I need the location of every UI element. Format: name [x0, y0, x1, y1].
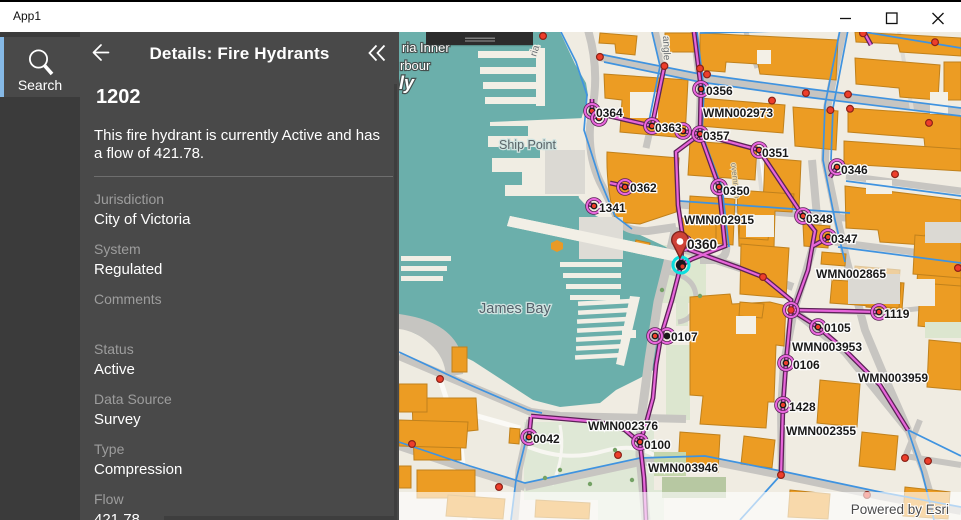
svg-text:1428: 1428 [789, 400, 816, 414]
svg-text:0100: 0100 [644, 438, 671, 452]
svg-text:1119: 1119 [884, 307, 910, 321]
svg-text:WMN003959: WMN003959 [858, 371, 928, 385]
svg-text:0356: 0356 [706, 84, 733, 98]
svg-text:James Bay: James Bay [479, 301, 551, 317]
svg-text:WMN002355: WMN002355 [786, 424, 856, 438]
svg-text:0348: 0348 [806, 212, 833, 226]
svg-text:0364: 0364 [596, 106, 623, 120]
svg-text:0346: 0346 [841, 163, 868, 177]
svg-text:Powered by Esri: Powered by Esri [851, 502, 949, 517]
svg-text:Ship Point: Ship Point [499, 138, 557, 152]
svg-text:WMN002915: WMN002915 [684, 213, 754, 227]
svg-text:angle: angle [660, 36, 672, 61]
svg-text:0362: 0362 [630, 181, 657, 195]
svg-text:ly: ly [399, 73, 415, 93]
svg-text:0357: 0357 [703, 129, 730, 143]
svg-text:0350: 0350 [723, 184, 750, 198]
svg-text:0360: 0360 [687, 237, 717, 252]
svg-text:0363: 0363 [655, 121, 682, 135]
svg-text:0105: 0105 [824, 321, 851, 335]
svg-text:WMN003953: WMN003953 [792, 340, 862, 354]
svg-text:0351: 0351 [762, 146, 789, 160]
svg-text:0347: 0347 [831, 232, 858, 246]
svg-text:WMN002865: WMN002865 [816, 267, 886, 281]
svg-text:rbour: rbour [400, 58, 431, 73]
svg-text:WMN003946: WMN003946 [648, 461, 718, 475]
svg-text:WMN002973: WMN002973 [703, 106, 773, 120]
svg-text:1341: 1341 [599, 201, 626, 215]
svg-text:0106: 0106 [793, 358, 820, 372]
svg-text:0107: 0107 [671, 330, 698, 344]
svg-text:0042: 0042 [533, 432, 560, 446]
svg-text:WMN002376: WMN002376 [588, 419, 658, 433]
